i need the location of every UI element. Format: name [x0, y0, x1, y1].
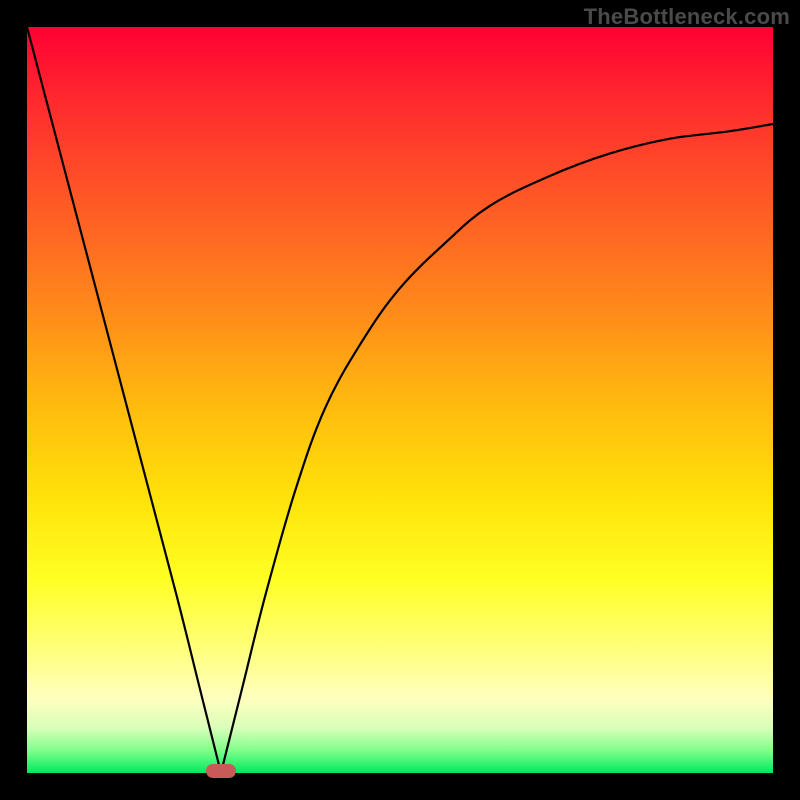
chart-curve-layer — [27, 27, 773, 773]
curve-path — [27, 27, 773, 773]
vertex-marker — [206, 764, 236, 778]
chart-frame — [27, 27, 773, 773]
